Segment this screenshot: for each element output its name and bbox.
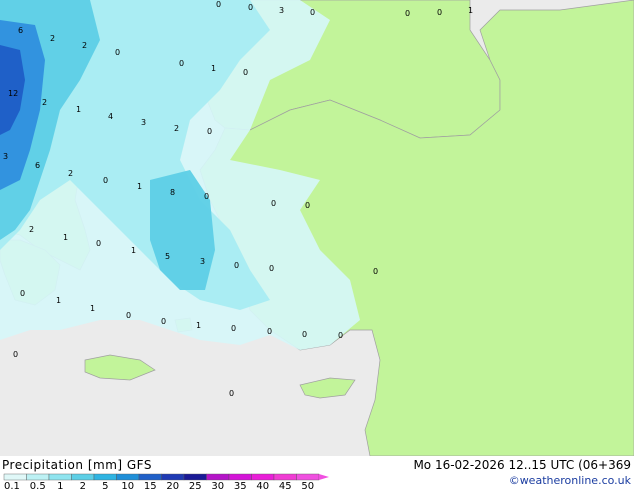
map-value-label: 0 <box>234 261 239 270</box>
legend-color-swatch <box>3 473 27 481</box>
map-value-label: 2 <box>50 34 55 43</box>
legend-color-swatch <box>26 473 50 481</box>
map-value-label: 0 <box>115 48 120 57</box>
legend-label: 0.5 <box>30 481 46 490</box>
map-value-label: 0 <box>103 176 108 185</box>
legend-label: 0.1 <box>4 481 20 490</box>
map-value-label: 4 <box>108 112 113 121</box>
legend-label: 2 <box>80 481 86 490</box>
map-value-label: 0 <box>13 350 18 359</box>
map-value-label: 2 <box>42 98 47 107</box>
map-value-label: 0 <box>302 330 307 339</box>
legend-color-swatch <box>251 473 275 481</box>
map-value-label: 3 <box>200 257 205 266</box>
legend-label: 1 <box>57 481 63 490</box>
legend-arrow-tip <box>319 474 329 480</box>
map-value-label: 3 <box>141 118 146 127</box>
map-value-label: 2 <box>82 41 87 50</box>
legend-color-swatch <box>93 473 117 481</box>
legend-color-swatch <box>161 473 185 481</box>
legend-label: 5 <box>102 481 108 490</box>
map-value-label: 5 <box>165 252 170 261</box>
map-value-label: 2 <box>68 169 73 178</box>
map-value-label: 1 <box>468 6 473 15</box>
legend-label: 30 <box>211 481 224 490</box>
map-value-label: 3 <box>279 6 284 15</box>
map-value-label: 3 <box>3 152 8 161</box>
map-value-label: 1 <box>196 321 201 330</box>
legend-label: 25 <box>189 481 202 490</box>
map-value-label: 12 <box>8 89 18 98</box>
legend-color-swatch <box>48 473 72 481</box>
precipitation-map: 0 0 3 0 0 0 1 6 2 2 0 0 1 0 12 2 1 4 3 2… <box>0 0 634 456</box>
map-value-label: 0 <box>126 311 131 320</box>
legend-label: 20 <box>166 481 179 490</box>
map-value-label: 1 <box>90 304 95 313</box>
legend-label: 15 <box>144 481 157 490</box>
map-value-label: 0 <box>96 239 101 248</box>
legend-color-swatch <box>71 473 95 481</box>
map-value-label: 0 <box>179 59 184 68</box>
legend-label: 45 <box>279 481 292 490</box>
map-value-label: 1 <box>137 182 142 191</box>
legend-color-swatch <box>138 473 162 481</box>
map-value-label: 2 <box>174 124 179 133</box>
precipitation-legend: 0.1 0.5 1 2 5 10 15 20 25 30 35 40 45 50 <box>3 473 329 490</box>
map-value-label: 1 <box>76 105 81 114</box>
map-value-label: 1 <box>131 246 136 255</box>
legend-color-swatch <box>228 473 252 481</box>
legend-color-swatch <box>116 473 140 481</box>
map-value-label: 0 <box>310 8 315 17</box>
map-value-label: 0 <box>20 289 25 298</box>
map-value-label: 0 <box>338 331 343 340</box>
copyright-link[interactable]: ©weatheronline.co.uk <box>509 474 631 487</box>
legend-label: 40 <box>256 481 269 490</box>
forecast-datetime: Mo 16-02-2026 12..15 UTC (06+369 <box>413 458 631 472</box>
map-value-label: 1 <box>211 64 216 73</box>
map-value-label: 0 <box>243 68 248 77</box>
map-value-label: 0 <box>207 127 212 136</box>
map-title: Precipitation [mm] GFS <box>2 458 152 472</box>
map-value-label: 8 <box>170 188 175 197</box>
legend-label: 50 <box>301 481 314 490</box>
map-value-label: 0 <box>231 324 236 333</box>
map-value-label: 0 <box>204 192 209 201</box>
legend-color-swatch <box>296 473 320 481</box>
map-value-label: 0 <box>216 0 221 9</box>
map-value-label: 0 <box>271 199 276 208</box>
legend-label: 10 <box>121 481 134 490</box>
legend-label: 35 <box>234 481 247 490</box>
map-value-label: 6 <box>35 161 40 170</box>
legend-color-swatch <box>206 473 230 481</box>
map-value-label: 0 <box>161 317 166 326</box>
map-value-label: 0 <box>267 327 272 336</box>
map-value-label: 6 <box>18 26 23 35</box>
map-value-label: 0 <box>405 9 410 18</box>
legend-color-swatch <box>183 473 207 481</box>
map-value-label: 1 <box>63 233 68 242</box>
map-value-label: 0 <box>229 389 234 398</box>
map-value-label: 0 <box>373 267 378 276</box>
legend-color-swatch <box>273 473 297 481</box>
map-value-label: 0 <box>437 8 442 17</box>
map-value-label: 2 <box>29 225 34 234</box>
map-value-label: 0 <box>269 264 274 273</box>
map-value-label: 0 <box>305 201 310 210</box>
map-value-label: 1 <box>56 296 61 305</box>
map-value-label: 0 <box>248 3 253 12</box>
